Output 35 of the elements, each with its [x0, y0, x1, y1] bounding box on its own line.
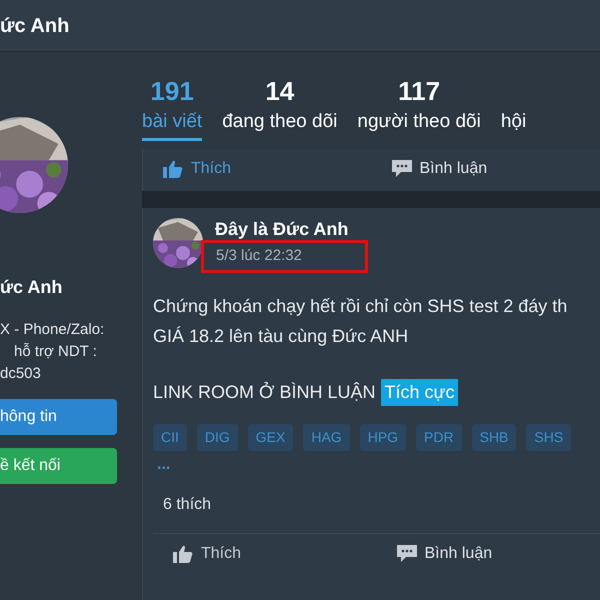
bio-text: hỗ trợ NDT :: [13, 342, 97, 362]
stat-tab[interactable]: 117 người theo dõi: [357, 74, 481, 138]
stock-tag[interactable]: GEX: [248, 424, 294, 450]
thumbs-up-icon: [173, 544, 193, 562]
comment-icon: [396, 544, 416, 562]
comment-button[interactable]: Bình luận: [372, 157, 600, 181]
stock-tag[interactable]: DIG: [196, 424, 238, 450]
thumbs-up-icon: [163, 160, 183, 178]
stock-tag[interactable]: HAG: [303, 424, 350, 450]
info-button[interactable]: hông tin: [0, 399, 117, 435]
stock-tag[interactable]: HPG: [360, 424, 406, 450]
post-text: GIÁ 18.2 lên tàu cùng Đức ANH: [153, 324, 408, 348]
like-button[interactable]: Thích: [143, 157, 372, 181]
bio-text: X - Phone/Zalo:: [0, 320, 104, 340]
comment-button[interactable]: Bình luận: [376, 542, 600, 566]
profile-name: ức Anh: [0, 276, 62, 299]
comment-icon: [392, 160, 412, 178]
connect-button[interactable]: ề kết nối: [0, 448, 117, 484]
bio-text: dc503: [0, 364, 41, 384]
like-button[interactable]: Thích: [153, 542, 376, 566]
author-name[interactable]: Đây là Đức Anh: [215, 218, 368, 240]
post-text: LINK ROOM Ở BÌNH LUẬN: [153, 380, 376, 404]
like-count: 6 thích: [163, 494, 212, 514]
stat-tab[interactable]: hội: [500, 74, 526, 138]
stat-tab[interactable]: 14 đang theo dõi: [222, 74, 338, 138]
post-date: 5/3 lúc 22:32: [201, 240, 368, 272]
stock-tag[interactable]: PDR: [416, 424, 462, 450]
sentiment-label: Tích cực: [381, 378, 458, 406]
page-title: ức Anh: [0, 14, 70, 38]
stat-tab[interactable]: 191 bài viết: [142, 74, 202, 141]
stock-tag[interactable]: SHB: [472, 424, 516, 450]
stock-tag[interactable]: SHS: [526, 424, 572, 450]
stock-tag[interactable]: CII: [153, 424, 187, 450]
more-link[interactable]: ...: [157, 452, 170, 476]
post-text: Chứng khoán chạy hết rồi chỉ còn SHS test 2 đáy th: [153, 294, 568, 318]
